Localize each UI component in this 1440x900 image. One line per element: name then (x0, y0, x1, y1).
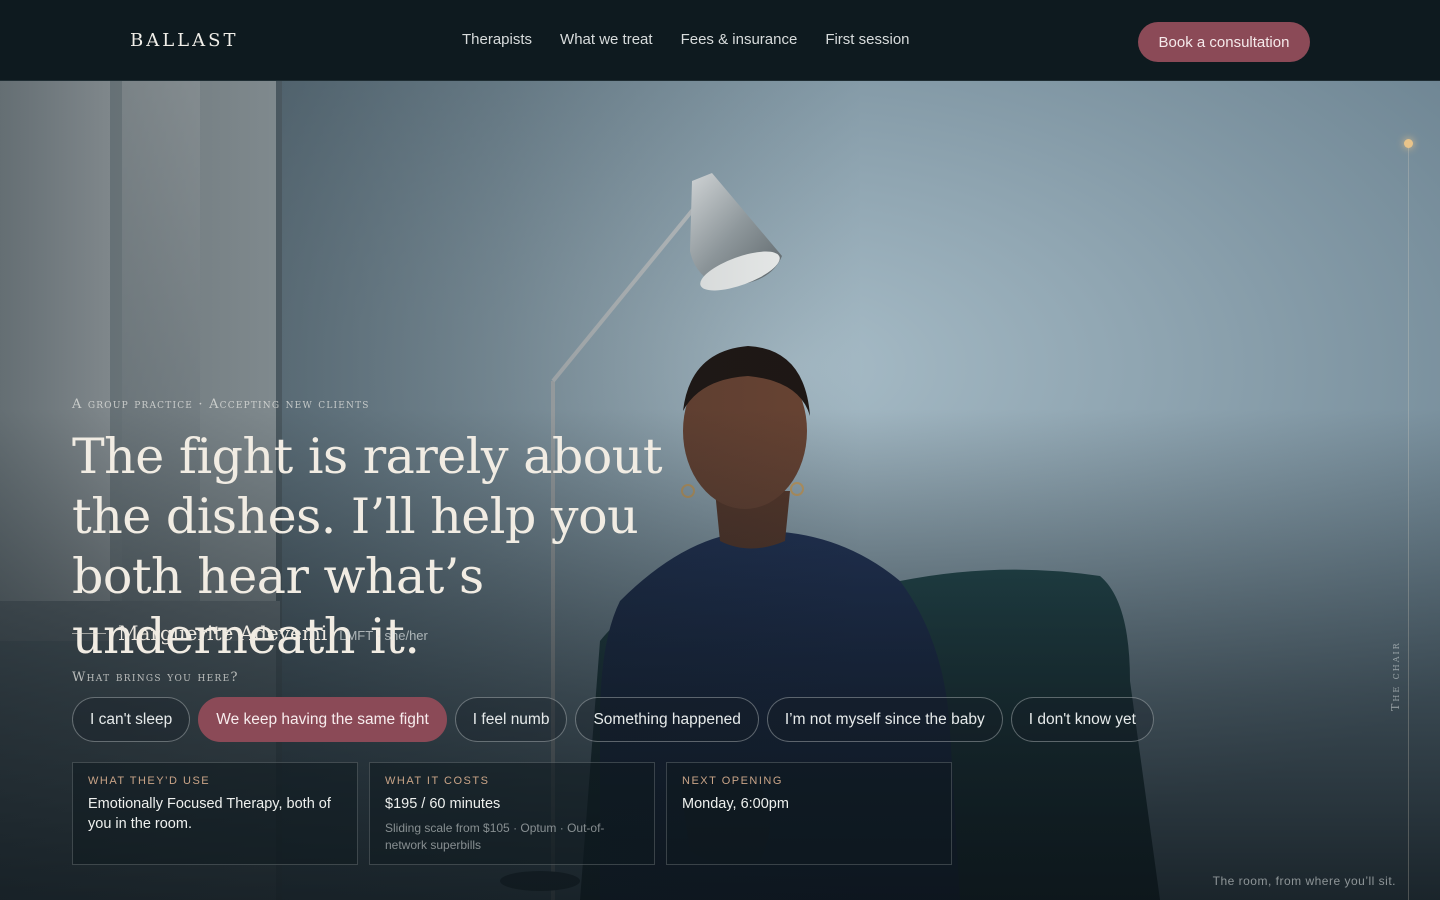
primary-nav: Therapists What we treat Fees & insuranc… (462, 31, 910, 48)
concern-prompt: What brings you here? (72, 670, 239, 685)
card-cost: What it costs $195 / 60 minutes Sliding … (369, 762, 655, 865)
card-label: What it costs (385, 775, 490, 787)
therapist-name[interactable]: Marguerite Adeyemi (118, 621, 327, 645)
nav-link-therapists[interactable]: Therapists (462, 31, 532, 48)
nav-link-first-session[interactable]: First session (825, 31, 909, 48)
concern-chip-since-baby[interactable]: I’m not myself since the baby (766, 697, 1003, 742)
scroll-rail-indicator[interactable] (1404, 139, 1413, 148)
card-value: Emotionally Focused Therapy, both of you… (88, 796, 331, 832)
info-cards: What they’d use Emotionally Focused Ther… (72, 762, 952, 865)
therapist-signature: Marguerite Adeyemi LMFT · she/her (72, 621, 428, 645)
top-nav: BALLAST Therapists What we treat Fees & … (0, 0, 1440, 81)
concern-chip-something-happened[interactable]: Something happened (575, 697, 759, 742)
hero-eyebrow: A group practice · Accepting new clients (72, 397, 370, 412)
photo-caption: The room, from where you’ll sit. (1212, 874, 1396, 888)
book-consultation-button[interactable]: Book a consultation (1138, 22, 1310, 62)
card-label: What they’d use (88, 775, 211, 787)
card-note: Sliding scale from $105 · Optum · Out-of… (385, 821, 605, 852)
concern-chip-same-fight[interactable]: We keep having the same fight (198, 697, 447, 742)
brand-logo[interactable]: BALLAST (130, 30, 238, 51)
concern-chip-cant-sleep[interactable]: I can't sleep (72, 697, 191, 742)
nav-link-fees-insurance[interactable]: Fees & insurance (681, 31, 798, 48)
nav-link-what-we-treat[interactable]: What we treat (560, 31, 653, 48)
rail-label: The chair (1389, 641, 1402, 711)
card-value: Monday, 6:00pm (682, 796, 789, 812)
concern-chip-group: I can't sleep We keep having the same fi… (72, 697, 1154, 742)
concern-chip-dont-know[interactable]: I don't know yet (1010, 697, 1154, 742)
card-label: Next opening (682, 775, 783, 787)
scroll-rail (1408, 144, 1409, 900)
card-value: $195 / 60 minutes (385, 796, 501, 812)
hero-section: The chair The room, from where you’ll si… (0, 81, 1440, 900)
card-approach: What they’d use Emotionally Focused Ther… (72, 762, 358, 865)
signature-rule (72, 632, 106, 634)
therapist-credentials: LMFT · she/her (339, 628, 428, 643)
concern-chip-feel-numb[interactable]: I feel numb (454, 697, 568, 742)
card-next-opening: Next opening Monday, 6:00pm (666, 762, 952, 865)
